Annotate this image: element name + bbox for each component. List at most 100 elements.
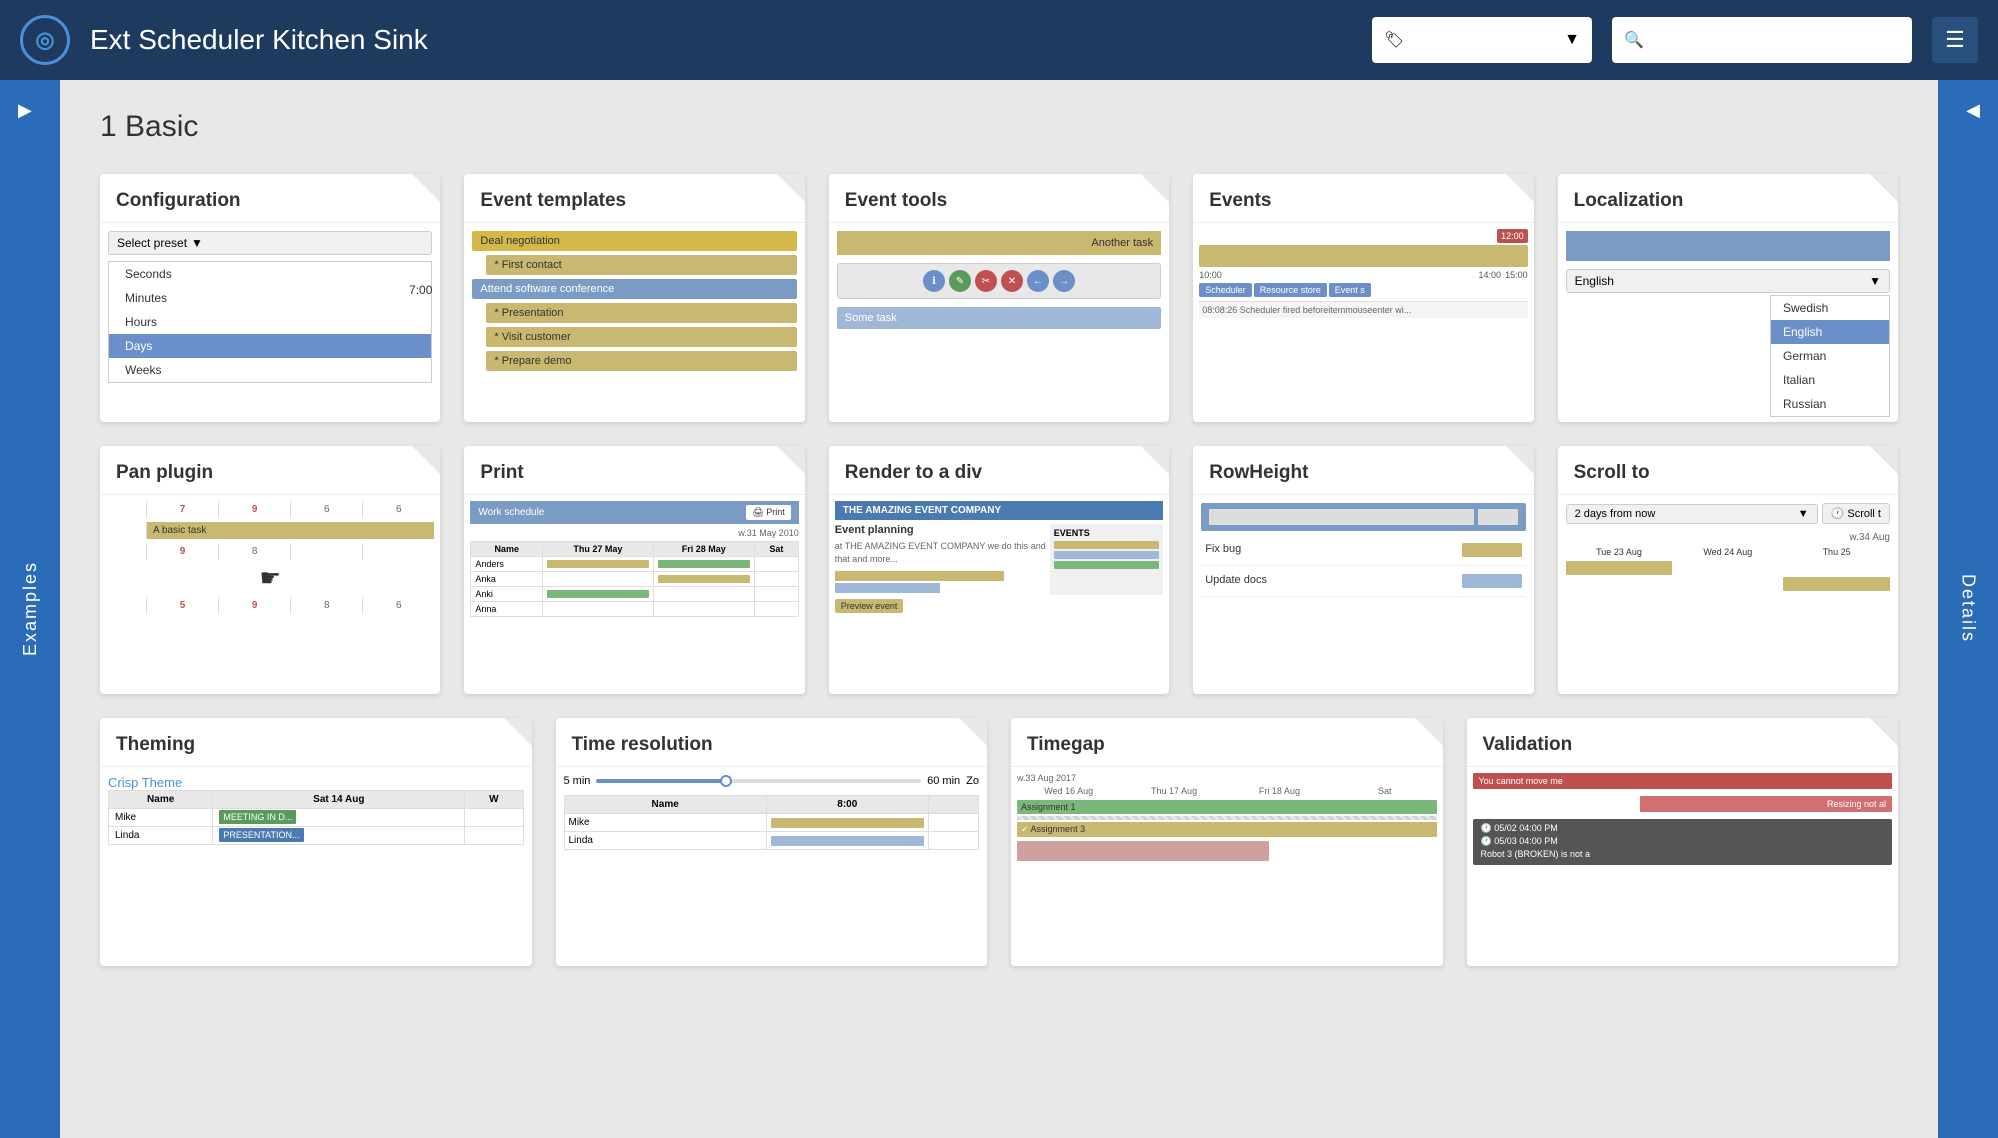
lang-russian[interactable]: Russian	[1771, 392, 1889, 416]
left-sidebar-arrow-icon: ▶	[18, 100, 32, 121]
logo: ◎	[20, 15, 70, 65]
event-bar-presentation: * Presentation	[486, 303, 796, 323]
pan-num-6a: 6	[291, 501, 362, 518]
app-title: Ext Scheduler Kitchen Sink	[90, 24, 1352, 56]
theme-mike-event: MEETING IN D...	[219, 810, 296, 824]
delete-icon[interactable]: ✕	[1001, 270, 1023, 292]
theme-schedule-table: Name Sat 14 Aug W Mike MEETING IN D...	[108, 790, 524, 845]
info-icon[interactable]: ℹ	[923, 270, 945, 292]
print-name-anka: Anka	[471, 572, 543, 587]
edit-icon[interactable]: ✎	[949, 270, 971, 292]
menu-button[interactable]: ☰	[1932, 17, 1978, 63]
print-button[interactable]: 🖨 Print	[746, 505, 790, 520]
arrow-left-icon[interactable]: ←	[1027, 270, 1049, 292]
timeres-min-label: 5 min	[564, 775, 591, 787]
left-sidebar[interactable]: ▶ Examples	[0, 80, 60, 1138]
time-resolution-slider[interactable]	[596, 779, 921, 783]
events-card: Events 12:00 10:00 14:00 15:00 Scheduler…	[1193, 174, 1533, 422]
scroll-dropdown-label: 2 days from now	[1575, 508, 1656, 520]
timegap-bar-bottom	[1017, 841, 1269, 861]
print-anki-bar	[547, 590, 649, 598]
card-fold	[1141, 446, 1169, 474]
config-menu-weeks[interactable]: Weeks	[109, 358, 431, 382]
scissors-icon[interactable]: ✂	[975, 270, 997, 292]
config-menu-days[interactable]: Days	[109, 334, 431, 358]
config-preset-dropdown[interactable]: Select preset ▼	[108, 231, 432, 255]
localization-lang-menu: Swedish English German Italian Russian	[1770, 295, 1890, 417]
config-menu-seconds[interactable]: Seconds	[109, 262, 431, 286]
lang-italian[interactable]: Italian	[1771, 368, 1889, 392]
tag-filter-dropdown[interactable]: 🏷 ▼	[1372, 17, 1592, 63]
localization-card: Localization English ▼ Swedish English G…	[1558, 174, 1898, 422]
pan-num-8a: 8	[219, 543, 290, 560]
valid-tooltip-line-2: 🕐 05/03 04:00 PM	[1481, 836, 1885, 847]
some-task-bar: Some task	[837, 307, 1161, 329]
timegap-assignment-2	[1017, 816, 1437, 820]
event-templates-card: Event templates Deal negotiation * First…	[464, 174, 804, 422]
card-fold	[1141, 174, 1169, 202]
events-tab-scheduler[interactable]: Scheduler	[1199, 283, 1252, 297]
events-tab-resource[interactable]: Resource store	[1254, 283, 1327, 297]
render-event-bar-1	[1054, 541, 1159, 549]
search-box: 🔍	[1612, 17, 1912, 63]
localization-card-preview: English ▼ Swedish English German Italian…	[1558, 222, 1898, 422]
theme-col-date: Sat 14 Aug	[213, 791, 465, 809]
timeres-col-time: 8:00	[766, 796, 928, 814]
timeres-schedule-table: Name 8:00 Mike	[564, 795, 980, 850]
pan-plugin-card-preview: 7 9 6 6 A basic task 9 8	[100, 494, 440, 694]
selected-lang-label: English	[1575, 274, 1614, 288]
timeres-zoom-label: Zo	[966, 775, 979, 787]
timegap-date-wed: Wed 16 Aug	[1017, 786, 1120, 796]
scroll-clock-icon: 🕐	[1831, 507, 1845, 520]
config-time-label: 7:00	[409, 283, 432, 297]
print-date-range: w.31 May 2010	[470, 528, 798, 538]
lang-english[interactable]: English	[1771, 320, 1889, 344]
time-resolution-card-title: Time resolution	[556, 718, 988, 766]
crisp-theme-link[interactable]: Crisp Theme	[108, 775, 182, 790]
pan-cursor-icon: ☛	[106, 564, 434, 593]
scroll-days-dropdown[interactable]: 2 days from now ▼	[1566, 504, 1818, 524]
pan-plugin-card-title: Pan plugin	[100, 446, 440, 494]
render-to-div-card: Render to a div THE AMAZING EVENT COMPAN…	[829, 446, 1169, 694]
print-card-title: Print	[464, 446, 804, 494]
event-tools-card-preview: Another task ℹ ✎ ✂ ✕ ← → Some task	[829, 222, 1169, 422]
timegap-card-title: Timegap	[1011, 718, 1443, 766]
events-time3: 14:00	[1479, 270, 1502, 280]
table-row: Anka	[471, 572, 798, 587]
event-templates-card-title: Event templates	[464, 174, 804, 222]
print-schedule-table: Name Thu 27 May Fri 28 May Sat Anders	[470, 541, 798, 617]
search-input[interactable]	[1652, 31, 1900, 49]
card-fold	[1870, 174, 1898, 202]
config-menu-minutes[interactable]: Minutes	[109, 286, 431, 310]
right-sidebar[interactable]: ◀ Details	[1938, 80, 1998, 1138]
render-company-header: THE AMAZING EVENT COMPANY	[835, 501, 1163, 520]
pan-num-5: 5	[147, 597, 218, 614]
config-menu-hours[interactable]: Hours	[109, 310, 431, 334]
cards-row-2: Pan plugin 7 9 6 6 A basic task	[100, 446, 1898, 694]
scroll-now-button[interactable]: 🕐 Scroll t	[1822, 503, 1890, 524]
events-tab-event-s[interactable]: Event s	[1329, 283, 1371, 297]
render-preview-event-btn[interactable]: Preview event	[835, 599, 904, 613]
table-row: Anders	[471, 557, 798, 572]
timeres-col-name: Name	[564, 796, 766, 814]
localization-lang-dropdown[interactable]: English ▼	[1566, 269, 1890, 293]
arrow-right-icon[interactable]: →	[1053, 270, 1075, 292]
card-fold	[959, 718, 987, 746]
scroll-event-bar-1	[1566, 561, 1673, 575]
render-events-label: EVENTS	[1054, 528, 1159, 538]
lang-german[interactable]: German	[1771, 344, 1889, 368]
scroll-to-card: Scroll to 2 days from now ▼ 🕐 Scroll t w…	[1558, 446, 1898, 694]
card-fold	[412, 446, 440, 474]
config-dropdown-label: Select preset	[117, 236, 187, 250]
lang-swedish[interactable]: Swedish	[1771, 296, 1889, 320]
timegap-card: Timegap w.33 Aug 2017 Wed 16 Aug Thu 17 …	[1011, 718, 1443, 966]
another-task-bar: Another task	[837, 231, 1161, 255]
print-name-anders: Anders	[471, 557, 543, 572]
table-row: Linda PRESENTATION...	[109, 827, 524, 845]
valid-tooltip-line-1: 🕐 05/02 04:00 PM	[1481, 823, 1885, 834]
table-row: Anna	[471, 602, 798, 617]
event-tools-card: Event tools Another task ℹ ✎ ✂ ✕ ← → Som…	[829, 174, 1169, 422]
print-col-name: Name	[471, 542, 543, 557]
theme-name-linda: Linda	[109, 827, 213, 845]
scroll-event-bar-2	[1783, 577, 1890, 591]
